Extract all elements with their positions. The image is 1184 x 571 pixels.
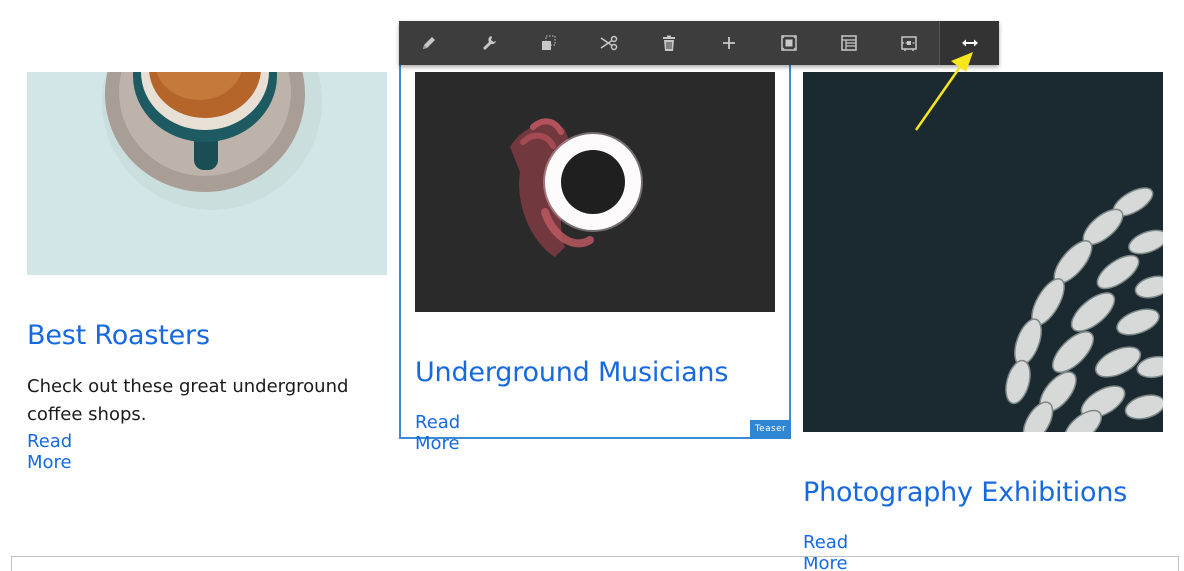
styles-icon xyxy=(901,36,917,51)
scissors-icon xyxy=(600,35,618,51)
group-icon xyxy=(781,35,797,51)
card-title[interactable]: Underground Musicians xyxy=(415,357,728,388)
trash-icon xyxy=(663,35,675,51)
coffee-cup-image xyxy=(27,72,387,275)
pencil-icon xyxy=(423,37,435,49)
wrench-icon xyxy=(483,36,496,50)
insert-button[interactable] xyxy=(699,21,759,65)
read-more-link[interactable]: Read More xyxy=(27,431,72,473)
styles-button[interactable] xyxy=(879,21,939,65)
copy-icon xyxy=(542,35,556,50)
next-block-outline xyxy=(11,556,1179,571)
resize-button[interactable] xyxy=(939,21,999,65)
card-description: Check out these great underground coffee… xyxy=(27,376,349,425)
configure-button[interactable] xyxy=(459,21,519,65)
cut-button[interactable] xyxy=(579,21,639,65)
teaser-badge: Teaser xyxy=(750,420,791,439)
edit-button[interactable] xyxy=(399,21,459,65)
resize-horizontal-icon xyxy=(961,39,978,47)
read-more-link[interactable]: Read More xyxy=(415,412,460,454)
block-toolbar xyxy=(399,21,999,65)
light-ring-image xyxy=(415,72,775,312)
card-title[interactable]: Photography Exhibitions xyxy=(803,477,1127,508)
group-button[interactable] xyxy=(759,21,819,65)
delete-button[interactable] xyxy=(639,21,699,65)
flower-image xyxy=(803,72,1163,432)
card-title[interactable]: Best Roasters xyxy=(27,320,210,351)
plus-icon xyxy=(723,37,735,49)
copy-button[interactable] xyxy=(519,21,579,65)
layout-icon xyxy=(841,35,857,51)
layout-button[interactable] xyxy=(819,21,879,65)
